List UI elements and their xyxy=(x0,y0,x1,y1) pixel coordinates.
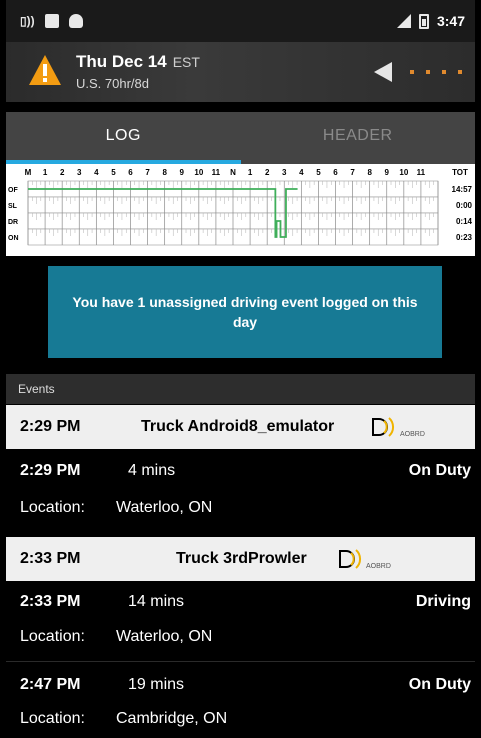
event-row[interactable]: 2:29 PM 4 mins On Duty xyxy=(6,451,475,491)
hour-label: 8 xyxy=(162,168,167,177)
hour-label: 11 xyxy=(417,168,426,177)
banner-text: You have 1 unassigned driving event logg… xyxy=(72,294,418,330)
hour-label: M xyxy=(25,168,32,177)
hour-label: 3 xyxy=(282,168,287,177)
tab-log[interactable]: LOG xyxy=(6,112,241,164)
event-duration: 14 mins xyxy=(128,593,185,610)
event-time: 2:33 PM xyxy=(20,593,81,610)
location-value: Waterloo, ON xyxy=(116,628,213,645)
sd-card-icon xyxy=(44,14,59,28)
android-icon xyxy=(68,14,83,28)
event-time: 2:29 PM xyxy=(20,462,81,479)
event-status: On Duty xyxy=(408,676,471,693)
truck-name: Truck 3rdProwler xyxy=(176,550,307,567)
event-status: On Duty xyxy=(408,462,471,479)
app-frame: ▯)) 3:47 Thu Dec 14 EST U.S. 70hr/8d LOG … xyxy=(6,0,475,738)
hour-label: 9 xyxy=(180,168,185,177)
event-location-row: Location: Waterloo, ON xyxy=(6,493,475,527)
hour-label: N xyxy=(230,168,236,177)
truck-row[interactable]: 2:29 PM Truck Android8_emulator AOBRD xyxy=(6,405,475,449)
hour-label: 1 xyxy=(248,168,253,177)
hour-label: 11 xyxy=(212,168,221,177)
hour-label: 5 xyxy=(111,168,116,177)
truck-time: 2:33 PM xyxy=(20,550,81,567)
hour-label: 6 xyxy=(333,168,338,177)
timezone-text: EST xyxy=(172,54,200,70)
date-text: Thu Dec 14 xyxy=(76,52,167,71)
location-value: Waterloo, ON xyxy=(116,499,213,516)
location-label: Location: xyxy=(20,628,85,645)
hour-label: 4 xyxy=(299,168,304,177)
hour-label: 8 xyxy=(367,168,372,177)
event-location-row: Location: Cambridge, ON xyxy=(6,704,475,738)
signal-icon xyxy=(396,14,411,28)
status-label: ON xyxy=(8,235,19,242)
aobrd-badge: AOBRD xyxy=(366,563,391,570)
event-row[interactable]: 2:47 PM 19 mins On Duty xyxy=(6,665,475,705)
events-section-header: Events xyxy=(6,374,475,404)
event-duration: 19 mins xyxy=(128,676,185,693)
truck-row[interactable]: 2:33 PM Truck 3rdProwler AOBRD xyxy=(6,537,475,581)
divider xyxy=(6,661,475,662)
total-header: TOT xyxy=(452,168,468,177)
event-location-row: Location: Waterloo, ON xyxy=(6,622,475,656)
event-row[interactable]: 2:33 PM 14 mins Driving xyxy=(6,582,475,622)
warning-icon[interactable] xyxy=(28,54,62,86)
obd-connection-icon xyxy=(372,417,395,437)
hour-label: 9 xyxy=(385,168,390,177)
log-graph: M 1 2 3 4 5 6 7 8 9 10 11 N 1 2 3 4 5 6 7 8 9 10 11 TOT OF 14:57 SL… xyxy=(6,164,475,256)
truck-name: Truck Android8_emulator xyxy=(141,418,335,435)
location-label: Location: xyxy=(20,499,85,516)
vibrate-icon: ▯)) xyxy=(20,14,35,28)
hour-label: 2 xyxy=(265,168,270,177)
hour-label: 4 xyxy=(94,168,99,177)
hour-label: 1 xyxy=(43,168,48,177)
aobrd-badge: AOBRD xyxy=(400,431,425,438)
battery-icon xyxy=(418,13,429,29)
hour-label: 6 xyxy=(128,168,133,177)
hour-label: 10 xyxy=(194,168,203,177)
tab-bar: LOG HEADER xyxy=(6,112,475,164)
row-total: 0:23 xyxy=(456,233,473,242)
hour-label: 10 xyxy=(399,168,408,177)
row-total: 0:14 xyxy=(456,217,473,226)
row-total: 0:00 xyxy=(456,201,473,210)
previous-day-arrow-icon[interactable] xyxy=(374,62,392,82)
status-time: 3:47 xyxy=(436,13,465,29)
log-graph-svg: M 1 2 3 4 5 6 7 8 9 10 11 N 1 2 3 4 5 6 7 8 9 10 11 TOT OF 14:57 SL… xyxy=(8,168,473,246)
events-header-label: Events xyxy=(18,382,55,396)
event-duration: 4 mins xyxy=(128,462,176,479)
location-label: Location: xyxy=(20,710,85,727)
row-total: 14:57 xyxy=(452,185,473,194)
hour-label: 2 xyxy=(60,168,65,177)
event-time: 2:47 PM xyxy=(20,676,81,693)
truck-time: 2:29 PM xyxy=(20,418,81,435)
status-label: OF xyxy=(8,187,18,194)
log-header: Thu Dec 14 EST U.S. 70hr/8d xyxy=(6,42,475,102)
hour-label: 3 xyxy=(77,168,82,177)
location-value: Cambridge, ON xyxy=(116,710,228,727)
hour-label: 7 xyxy=(350,168,355,177)
hour-label: 7 xyxy=(145,168,150,177)
status-bar: ▯)) 3:47 xyxy=(6,0,475,42)
page-indicator-dots xyxy=(410,70,462,74)
unassigned-events-banner[interactable]: You have 1 unassigned driving event logg… xyxy=(48,266,442,358)
header-date: Thu Dec 14 EST xyxy=(76,52,200,72)
event-status: Driving xyxy=(415,593,471,610)
ruleset-text: U.S. 70hr/8d xyxy=(76,76,149,91)
tab-header[interactable]: HEADER xyxy=(241,112,476,164)
hour-label: 5 xyxy=(316,168,321,177)
obd-connection-icon xyxy=(339,549,362,569)
status-label: DR xyxy=(8,219,18,226)
status-label: SL xyxy=(8,203,18,210)
